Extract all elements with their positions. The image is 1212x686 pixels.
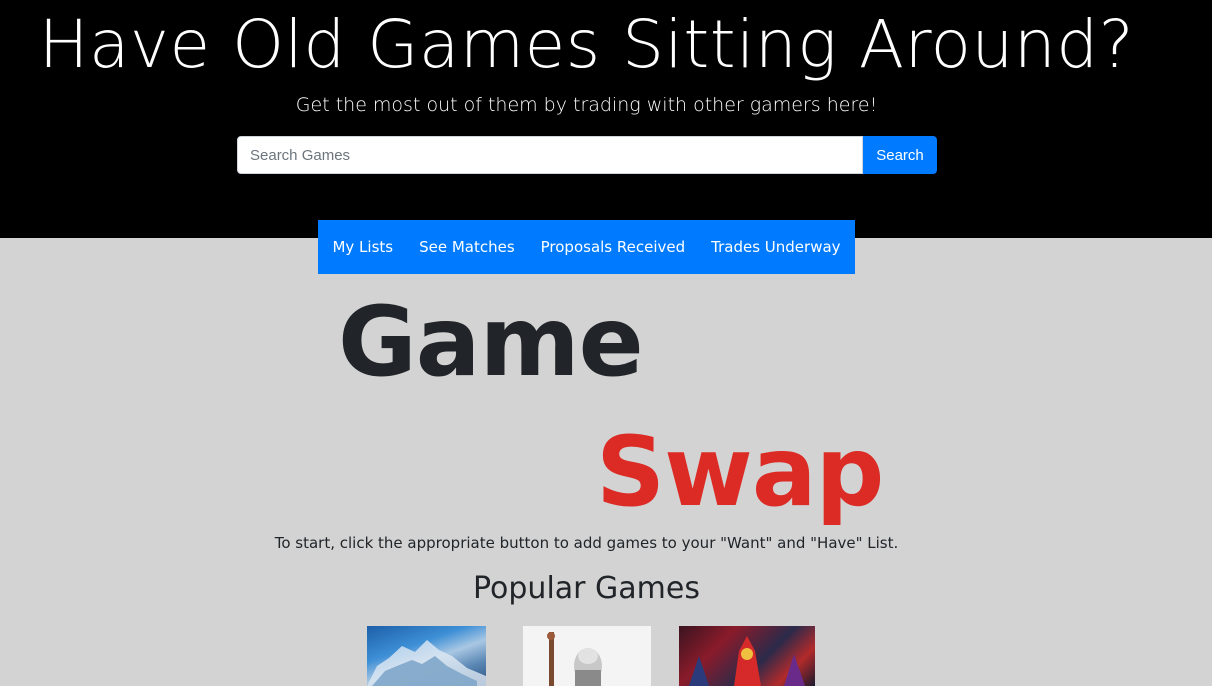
game-cover-art: [367, 640, 486, 686]
game-thumbnail[interactable]: [679, 626, 815, 686]
game-thumbnail[interactable]: [367, 626, 486, 686]
search-button[interactable]: Search: [863, 136, 937, 174]
nav-see-matches[interactable]: See Matches: [419, 238, 515, 256]
logo-word-game: Game: [338, 286, 644, 398]
game-cover-art: [689, 636, 805, 686]
logo-word-swap: Swap: [596, 416, 884, 528]
main-nav: My Lists See Matches Proposals Received …: [318, 220, 855, 274]
hero-subtitle: Get the most out of them by trading with…: [295, 94, 878, 116]
intro-text: To start, click the appropriate button t…: [274, 534, 899, 552]
game-thumbnail[interactable]: [523, 626, 651, 686]
nav-trades-underway[interactable]: Trades Underway: [711, 238, 840, 256]
search-bar: Search: [237, 136, 937, 174]
game-cover-art: [547, 632, 602, 686]
hero-banner: Have Old Games Sitting Around? Get the m…: [0, 0, 1212, 238]
search-input[interactable]: [237, 136, 863, 174]
nav-proposals-received[interactable]: Proposals Received: [541, 238, 686, 256]
nav-my-lists[interactable]: My Lists: [332, 238, 393, 256]
hero-title: Have Old Games Sitting Around?: [38, 6, 1135, 83]
popular-games-title: Popular Games: [473, 571, 700, 606]
